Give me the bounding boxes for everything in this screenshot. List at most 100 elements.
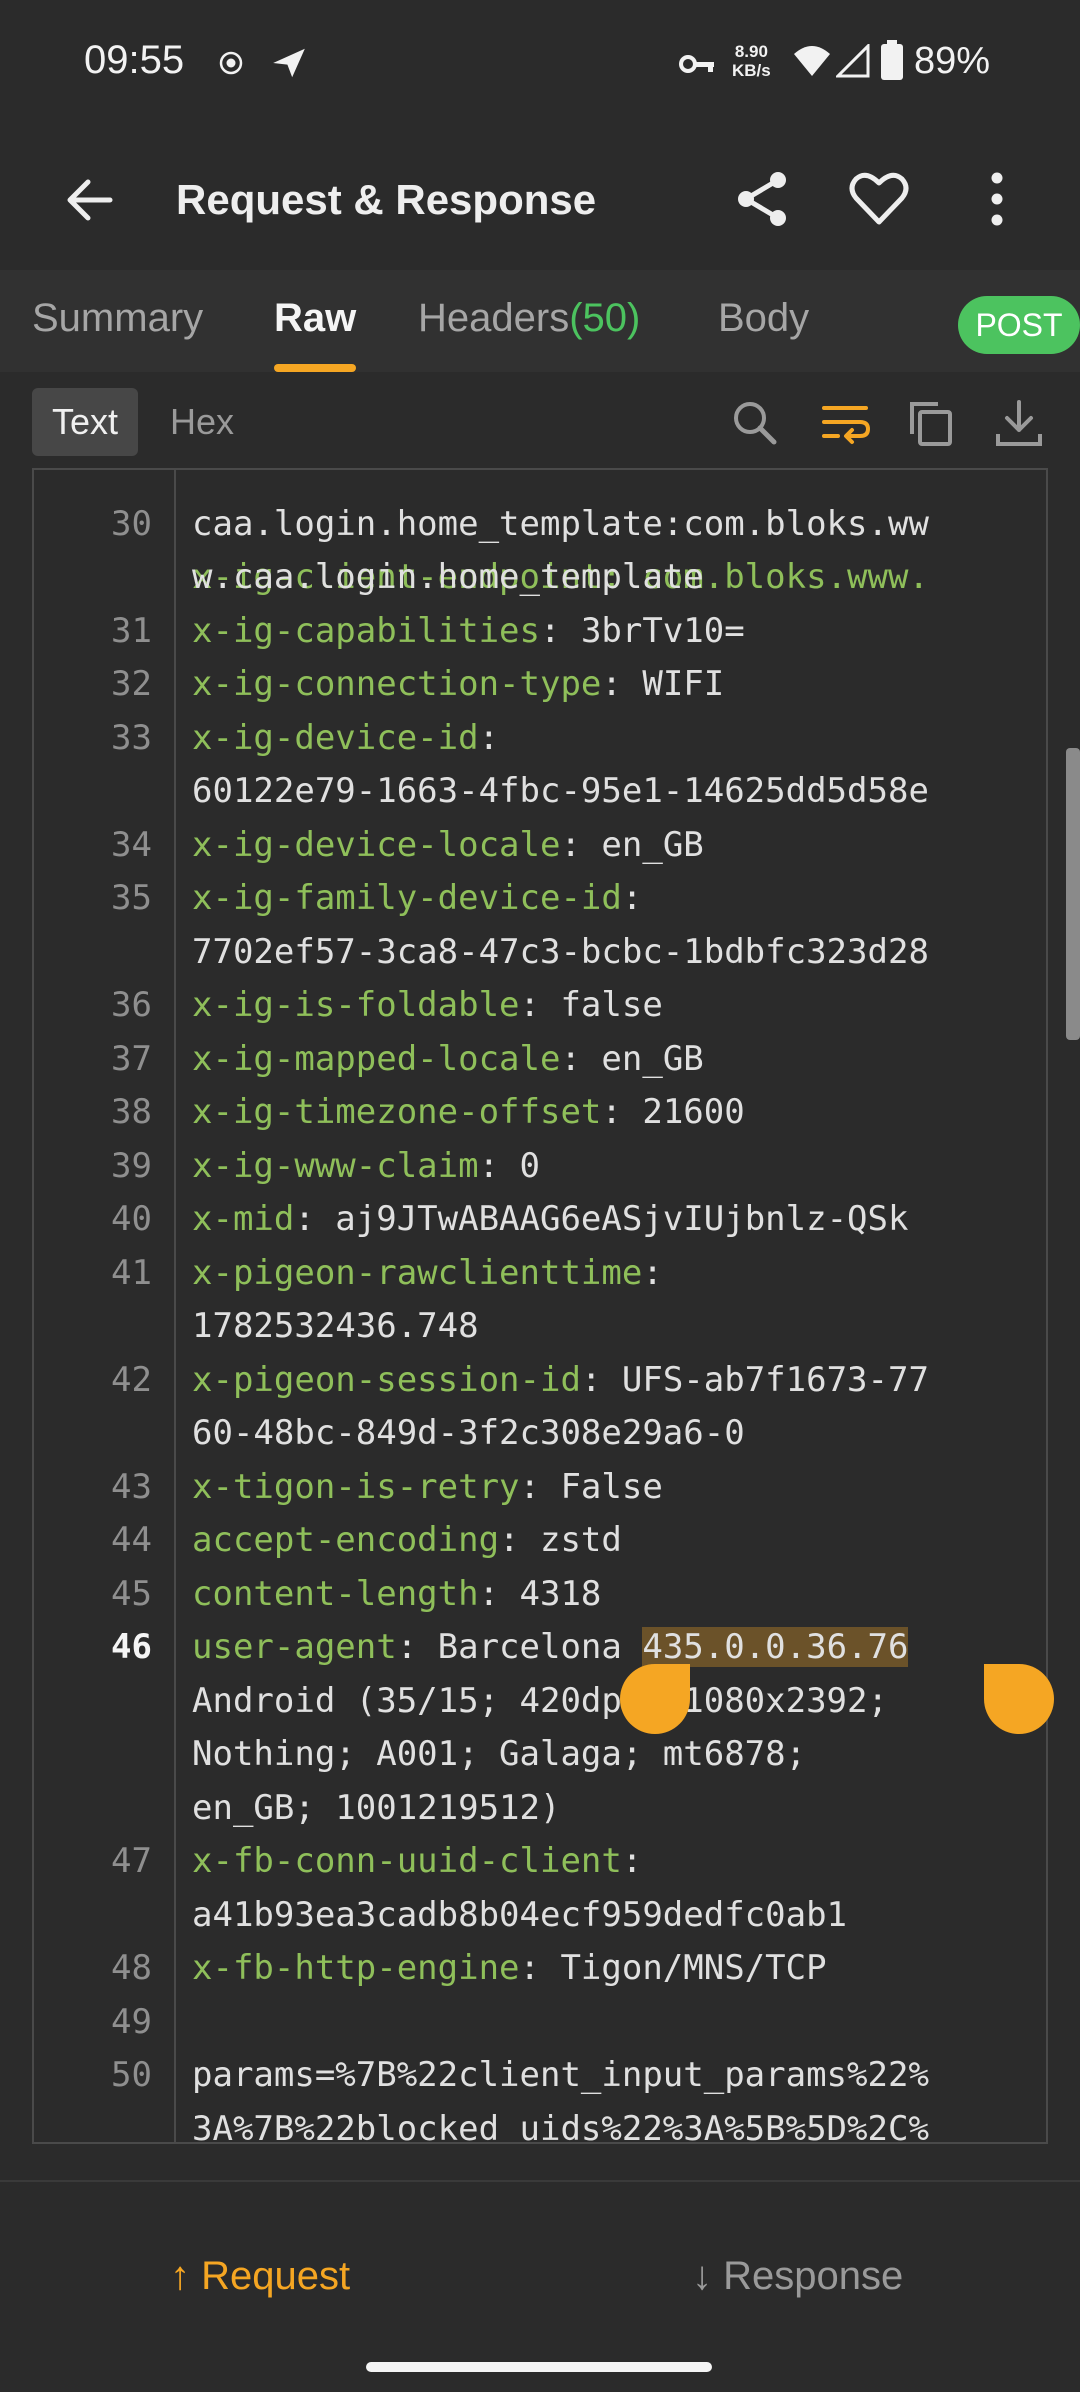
status-bar: 09:55 8.90 KB/s 89%: [0, 0, 1080, 130]
header-value: : False: [519, 1466, 663, 1507]
code-line: 44 accept-encoding: zstd: [34, 1514, 1046, 1568]
copy-icon[interactable]: [904, 396, 958, 450]
header-value: :: [621, 878, 643, 918]
selection-handle-end[interactable]: [984, 1664, 1054, 1734]
download-icon[interactable]: [992, 396, 1046, 450]
line-number: 36: [111, 985, 152, 1025]
header-value: :: [478, 717, 500, 758]
header-value: a41b93ea3cadb8b04ecf959dedfc0ab1: [192, 1894, 848, 1935]
code-line: Android (35/15; 420dpi; 1080x2392;: [34, 1675, 1046, 1729]
header-key: content-length: [192, 1573, 479, 1614]
code-text: 60122e79-1663-4fbc-95e1-14625dd5d58e: [192, 765, 929, 819]
code-text: 3A%7B%22blocked_uids%22%3A%5B%5D%2C%: [192, 2103, 929, 2143]
code-text: x-ig-mapped-locale: en_GB: [192, 1033, 704, 1087]
code-line: 33 x-ig-device-id:: [34, 712, 1046, 766]
header-key: x-ig-device-locale: [192, 824, 561, 865]
code-text: accept-encoding: zstd: [192, 1514, 622, 1568]
arrow-up-icon: ↑: [170, 2254, 190, 2298]
tab-raw[interactable]: Raw: [274, 296, 356, 341]
network-speed-unit: KB/s: [732, 61, 771, 80]
tab-summary[interactable]: Summary: [32, 296, 203, 341]
code-line: 30 x-ig-client-endpoint: com.bloks.www.: [34, 470, 1046, 598]
more-options-icon[interactable]: [964, 166, 1030, 232]
code-line: en_GB; 1001219512): [34, 1782, 1046, 1836]
code-line: 7702ef57-3ca8-47c3-bcbc-1bdbfc323d28: [34, 926, 1046, 980]
header-value: 60122e79-1663-4fbc-95e1-14625dd5d58e: [192, 771, 929, 811]
cellular-signal-icon: [836, 44, 870, 78]
code-line: 35 x-ig-family-device-id:: [34, 872, 1046, 926]
vpn-key-icon: [679, 55, 714, 73]
line-number: 40: [111, 1199, 152, 1239]
network-speed: 8.90 KB/s: [732, 42, 771, 80]
header-value: caa.login.home_template:com.bloks.ww: [192, 503, 929, 544]
code-line: 41 x-pigeon-rawclienttime:: [34, 1247, 1046, 1301]
text-view-toggle[interactable]: Text: [32, 388, 138, 456]
header-key: x-tigon-is-retry: [192, 1466, 520, 1507]
code-line: 38 x-ig-timezone-offset: 21600: [34, 1086, 1046, 1140]
header-value: Nothing; A001; Galaga; mt6878;: [192, 1734, 807, 1774]
line-number: 41: [111, 1252, 152, 1293]
code-line: 3A%7B%22blocked_uids%22%3A%5B%5D%2C%: [34, 2103, 1046, 2143]
code-text: x-ig-connection-type: WIFI: [192, 658, 724, 712]
headers-count-badge: (50): [569, 296, 641, 340]
raw-code-viewer[interactable]: 30 x-ig-client-endpoint: com.bloks.www. …: [32, 468, 1048, 2144]
code-line: 39 x-ig-www-claim: 0: [34, 1140, 1046, 1194]
back-arrow-icon[interactable]: [60, 170, 120, 230]
code-line: 32 x-ig-connection-type: WIFI: [34, 658, 1046, 712]
code-text: x-pigeon-session-id: UFS-ab7f1673-77: [192, 1354, 929, 1408]
header-value: : Barcelona: [396, 1627, 643, 1667]
header-key: x-fb-http-engine: [192, 1948, 520, 1988]
selected-text[interactable]: 435.0.0.36.76: [642, 1627, 909, 1667]
line-number: 43: [111, 1466, 152, 1507]
line-number: 45: [111, 1573, 152, 1614]
hex-view-toggle[interactable]: Hex: [170, 388, 234, 456]
line-number: 35: [111, 878, 152, 918]
code-line: 40 x-mid: aj9JTwABAAG6eASjvIUjbnlz-QSk: [34, 1193, 1046, 1247]
share-icon[interactable]: [730, 166, 796, 232]
header-value: : aj9JTwABAAG6eASjvIUjbnlz-QSk: [294, 1199, 909, 1239]
header-value: : 4318: [478, 1573, 602, 1614]
code-line: 48 x-fb-http-engine: Tigon/MNS/TCP: [34, 1942, 1046, 1996]
tab-headers[interactable]: Headers(50): [418, 296, 640, 341]
selection-handle-start[interactable]: [620, 1664, 690, 1734]
code-line: 43 x-tigon-is-retry: False: [34, 1461, 1046, 1515]
header-value: Android (35/15; 420dpi; 1080x2392;: [192, 1680, 888, 1721]
scrollbar-thumb[interactable]: [1066, 748, 1080, 1040]
active-tab-indicator: [274, 364, 356, 372]
line-number: 38: [111, 1092, 152, 1132]
code-line: 49: [34, 1996, 1046, 2050]
header-key: x-ig-timezone-offset: [192, 1092, 602, 1132]
header-key: x-ig-connection-type: [192, 664, 602, 704]
line-number: 50: [111, 2055, 152, 2095]
code-text: x-ig-device-id:: [192, 712, 499, 766]
tab-body[interactable]: Body: [718, 296, 809, 341]
code-text: 1782532436.748: [192, 1300, 479, 1354]
code-line: 42 x-pigeon-session-id: UFS-ab7f1673-77: [34, 1354, 1046, 1408]
line-number: 31: [111, 610, 152, 651]
code-line: w.caa.login.home_template: [34, 551, 1046, 605]
response-button[interactable]: ↓ Response: [692, 2254, 903, 2299]
header-key: x-fb-conn-uuid-client: [192, 1841, 622, 1881]
request-button[interactable]: ↑ Request: [170, 2254, 350, 2299]
header-key: x-ig-capabilities: [192, 610, 540, 651]
search-icon[interactable]: [728, 396, 782, 450]
word-wrap-icon[interactable]: [818, 396, 872, 450]
code-line: 50 params=%7B%22client_input_params%22%: [34, 2049, 1046, 2103]
page-title: Request & Response: [176, 176, 597, 223]
response-label: Response: [723, 2254, 904, 2298]
code-text: x-ig-www-claim: 0: [192, 1140, 540, 1194]
code-line: 34 x-ig-device-locale: en_GB: [34, 819, 1046, 873]
line-number: 47: [111, 1841, 152, 1881]
code-text: x-ig-family-device-id:: [192, 872, 642, 926]
line-number: 33: [111, 717, 152, 758]
line-number: 48: [111, 1948, 152, 1988]
code-text: x-ig-device-locale: en_GB: [192, 819, 704, 873]
code-text: x-tigon-is-retry: False: [192, 1461, 663, 1515]
code-text: x-ig-timezone-offset: 21600: [192, 1086, 745, 1140]
favorite-heart-icon[interactable]: [846, 166, 912, 232]
code-line: 1782532436.748: [34, 1300, 1046, 1354]
header-key: x-ig-family-device-id: [192, 878, 622, 918]
code-line: 45 content-length: 4318: [34, 1568, 1046, 1622]
code-line: 36 x-ig-is-foldable: false: [34, 979, 1046, 1033]
header-key: user-agent: [192, 1627, 397, 1667]
